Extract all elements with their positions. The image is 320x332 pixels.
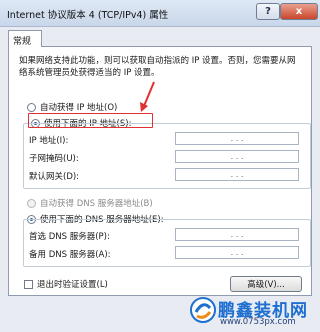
help-icon: ? bbox=[265, 5, 271, 17]
ip-address-label: IP 地址(I): bbox=[29, 136, 69, 146]
auto-dns-label: 自动获得 DNS 服务器地址(B) bbox=[40, 199, 153, 209]
ip-address-input[interactable]: . . . bbox=[175, 132, 299, 145]
alternate-dns-input[interactable]: . . . bbox=[175, 246, 299, 259]
auto-ip-label: 自动获得 IP 地址(O) bbox=[40, 103, 118, 113]
watermark-logo-icon bbox=[190, 297, 216, 323]
subnet-mask-input[interactable]: . . . bbox=[175, 150, 299, 163]
help-button[interactable]: ? bbox=[256, 3, 280, 20]
auto-ip-radio[interactable] bbox=[27, 102, 36, 112]
advanced-button[interactable]: 高级(V)... bbox=[230, 276, 302, 292]
auto-ip-option[interactable]: 自动获得 IP 地址(O) bbox=[27, 101, 117, 113]
tab-general[interactable]: 常规 bbox=[8, 30, 42, 47]
highlight-box bbox=[28, 113, 153, 128]
close-button[interactable]: x bbox=[280, 3, 318, 20]
default-gateway-label: 默认网关(D): bbox=[29, 172, 80, 182]
preferred-dns-label: 首选 DNS 服务器(P): bbox=[29, 232, 110, 242]
auto-dns-radio[interactable] bbox=[27, 198, 36, 208]
site-watermark: 鹏鑫装机网 www.0753px.com bbox=[190, 295, 316, 331]
validate-checkbox[interactable] bbox=[24, 279, 33, 289]
preferred-dns-input[interactable]: . . . bbox=[175, 228, 299, 241]
annotation-arrow-icon bbox=[140, 81, 155, 112]
default-gateway-input[interactable]: . . . bbox=[175, 168, 299, 181]
subnet-mask-label: 子网掩码(U): bbox=[29, 154, 79, 164]
auto-dns-option[interactable]: 自动获得 DNS 服务器地址(B) bbox=[27, 197, 153, 209]
window-title: Internet 协议版本 4 (TCP/IPv4) 属性 bbox=[7, 10, 169, 21]
general-panel: 如果网络支持此功能，则可以获取自动指派的 IP 设置。否则，您需要从网络系统管理… bbox=[8, 46, 312, 296]
close-icon: x bbox=[295, 5, 303, 17]
title-bar: Internet 协议版本 4 (TCP/IPv4) 属性 ? x bbox=[0, 0, 320, 27]
watermark-url: www.0753px.com bbox=[220, 317, 296, 327]
intro-text: 如果网络支持此功能，则可以获取自动指派的 IP 设置。否则，您需要从网络系统管理… bbox=[19, 56, 296, 78]
validate-label: 退出时验证设置(L) bbox=[37, 280, 108, 290]
validate-option[interactable]: 退出时验证设置(L) bbox=[24, 278, 108, 290]
alternate-dns-label: 备用 DNS 服务器(A): bbox=[29, 250, 111, 260]
